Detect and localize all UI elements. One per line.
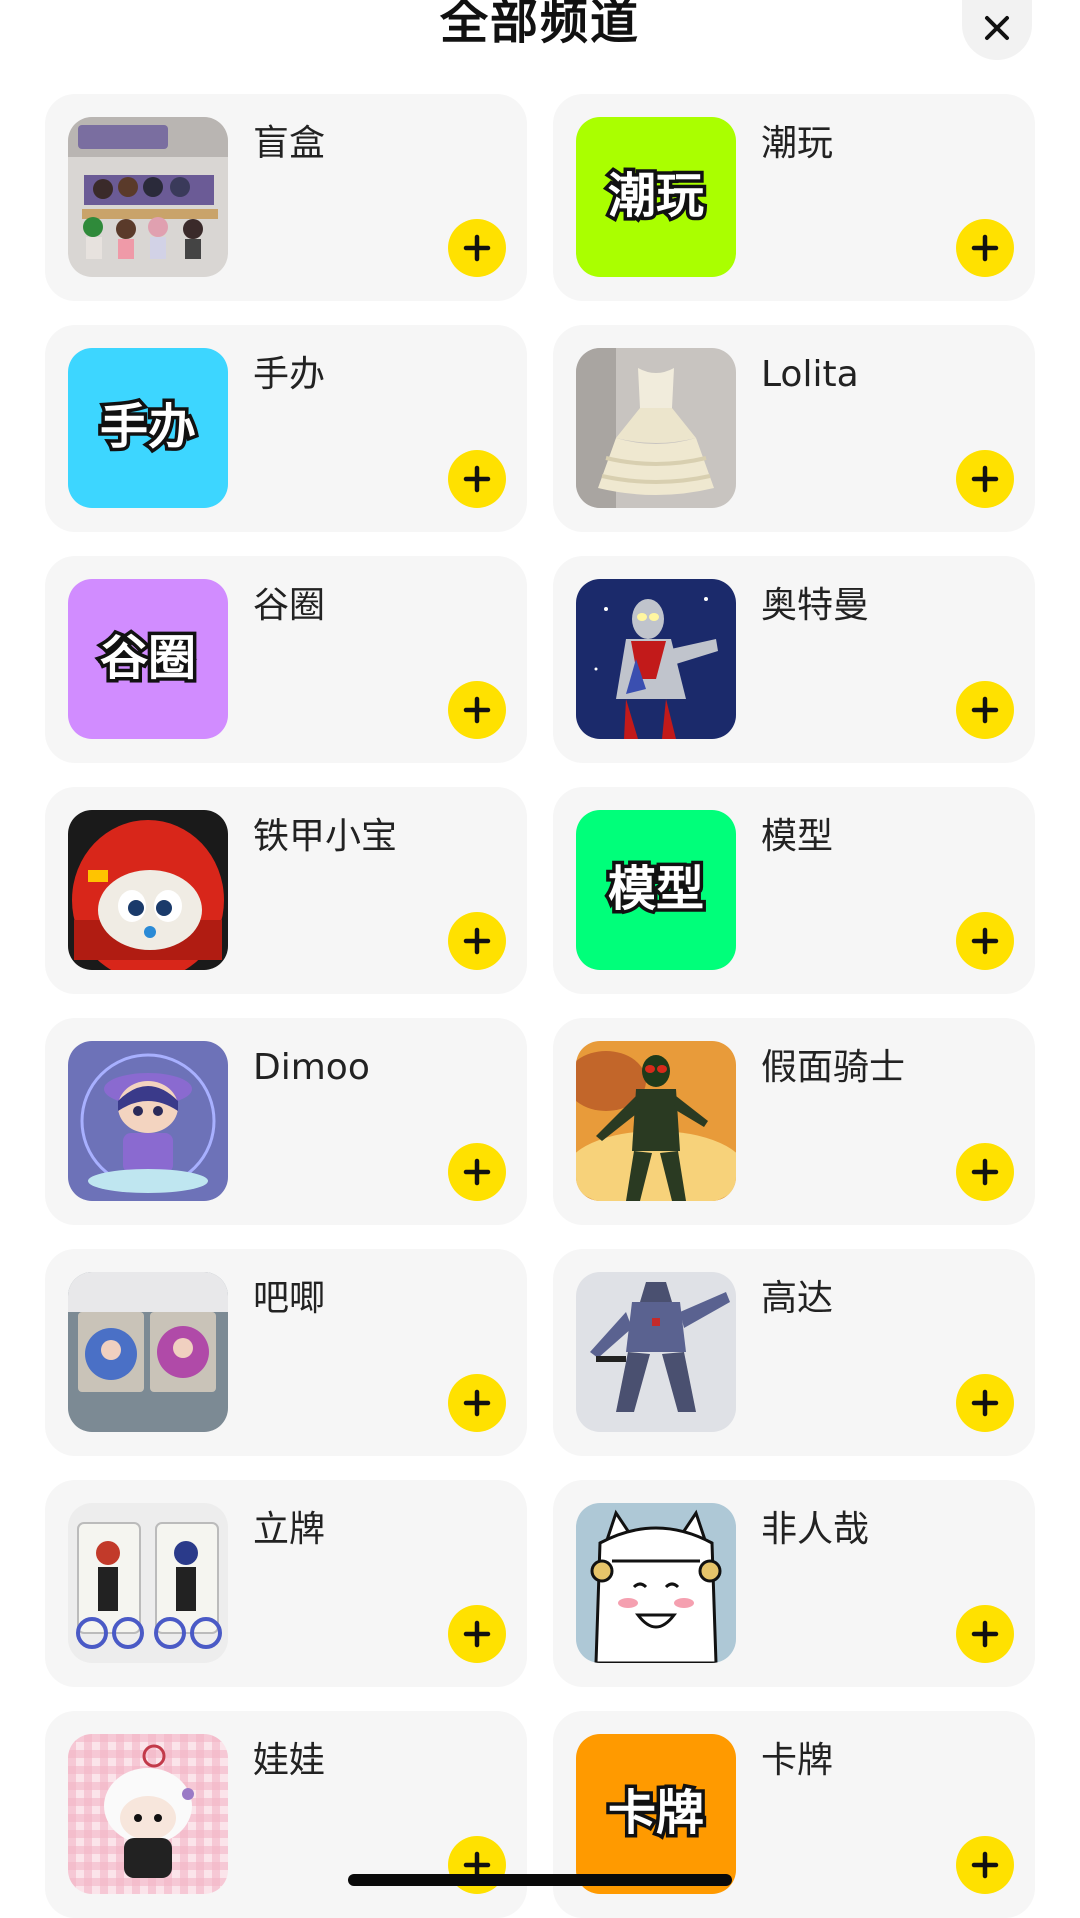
channel-label: 手办 (253, 354, 326, 395)
add-channel-button[interactable] (956, 1605, 1014, 1663)
channel-label: 卡牌 (761, 1740, 834, 1781)
channel-card-cards[interactable]: 卡牌 卡牌 (553, 1711, 1035, 1918)
plus-icon (971, 927, 999, 955)
plus-icon (971, 1851, 999, 1879)
lolita-dress-photo (576, 348, 736, 508)
channel-card-dimoo[interactable]: Dimoo (45, 1018, 527, 1225)
plus-icon (463, 927, 491, 955)
blind-box-figures-photo (68, 117, 228, 277)
plus-icon (463, 234, 491, 262)
add-channel-button[interactable] (956, 450, 1014, 508)
models-text-thumb: 模型 (576, 810, 736, 970)
channel-label: 吧唧 (253, 1278, 326, 1319)
plus-icon (463, 1158, 491, 1186)
channel-card-kamen-rider[interactable]: 假面骑士 (553, 1018, 1035, 1225)
gundam-photo (576, 1272, 736, 1432)
channel-card-dolls[interactable]: 娃娃 (45, 1711, 527, 1918)
home-indicator[interactable] (348, 1874, 732, 1886)
plus-icon (971, 234, 999, 262)
channel-label: 假面骑士 (761, 1047, 906, 1088)
plus-icon (971, 1620, 999, 1648)
channel-card-fei-ren-zai[interactable]: 非人哉 (553, 1480, 1035, 1687)
plus-icon (971, 696, 999, 724)
add-channel-button[interactable] (956, 912, 1014, 970)
channel-label: 铁甲小宝 (253, 816, 398, 857)
channel-label: 娃娃 (253, 1740, 326, 1781)
thumb-text: 谷圈 (100, 630, 196, 686)
add-channel-button[interactable] (448, 1374, 506, 1432)
plus-icon (971, 1389, 999, 1417)
add-channel-button[interactable] (448, 450, 506, 508)
page-title: 全部频道 (439, 0, 640, 50)
thumb-text: 手办 (100, 399, 196, 455)
add-channel-button[interactable] (956, 1836, 1014, 1894)
thumb-text: 潮玩 (608, 168, 704, 224)
add-channel-button[interactable] (448, 912, 506, 970)
channel-label: 非人哉 (761, 1509, 870, 1550)
channel-card-gundam[interactable]: 高达 (553, 1249, 1035, 1456)
plus-icon (971, 1158, 999, 1186)
figures-text-thumb: 手办 (68, 348, 228, 508)
channel-card-trendy-toys[interactable]: 潮玩 潮玩 (553, 94, 1035, 301)
channel-label: 谷圈 (253, 585, 326, 626)
channel-label: Dimoo (253, 1047, 370, 1088)
channel-label: 潮玩 (761, 123, 834, 164)
thumb-text: 模型 (608, 861, 704, 917)
trendy-toys-text-thumb: 潮玩 (576, 117, 736, 277)
cards-text-thumb: 卡牌 (576, 1734, 736, 1894)
channel-label: 奥特曼 (761, 585, 870, 626)
channel-card-robot-boy[interactable]: 铁甲小宝 (45, 787, 527, 994)
channel-label: 模型 (761, 816, 834, 857)
channel-label: 立牌 (253, 1509, 326, 1550)
channel-label: Lolita (761, 354, 859, 395)
add-channel-button[interactable] (956, 681, 1014, 739)
goods-circle-text-thumb: 谷圈 (68, 579, 228, 739)
kamen-rider-photo (576, 1041, 736, 1201)
channel-label: 盲盒 (253, 123, 326, 164)
badge-photo (68, 1272, 228, 1432)
add-channel-button[interactable] (448, 1143, 506, 1201)
plus-icon (463, 1620, 491, 1648)
dimoo-figure-photo (68, 1041, 228, 1201)
add-channel-button[interactable] (448, 681, 506, 739)
channel-label: 高达 (761, 1278, 834, 1319)
plus-icon (463, 465, 491, 493)
add-channel-button[interactable] (956, 219, 1014, 277)
ultraman-photo (576, 579, 736, 739)
channel-grid: 盲盒 潮玩 潮玩 手办 手办 Lolita 谷圈 谷圈 奥特曼 铁甲小宝 模型 … (45, 94, 1035, 1918)
add-channel-button[interactable] (448, 1605, 506, 1663)
channel-card-blind-box[interactable]: 盲盒 (45, 94, 527, 301)
thumb-text: 卡牌 (608, 1785, 704, 1841)
channel-card-lolita[interactable]: Lolita (553, 325, 1035, 532)
channel-card-figures[interactable]: 手办 手办 (45, 325, 527, 532)
channel-card-badges[interactable]: 吧唧 (45, 1249, 527, 1456)
plus-icon (463, 696, 491, 724)
fei-ren-zai-character (576, 1503, 736, 1663)
channel-card-acrylic-stands[interactable]: 立牌 (45, 1480, 527, 1687)
acrylic-stand-photo (68, 1503, 228, 1663)
add-channel-button[interactable] (956, 1374, 1014, 1432)
channel-card-models[interactable]: 模型 模型 (553, 787, 1035, 994)
add-channel-button[interactable] (956, 1143, 1014, 1201)
plus-icon (463, 1389, 491, 1417)
channel-card-ultraman[interactable]: 奥特曼 (553, 556, 1035, 763)
robot-toy-photo (68, 810, 228, 970)
close-icon (985, 16, 1009, 40)
plush-doll-photo (68, 1734, 228, 1894)
channel-card-goods-circle[interactable]: 谷圈 谷圈 (45, 556, 527, 763)
add-channel-button[interactable] (448, 219, 506, 277)
plus-icon (971, 465, 999, 493)
